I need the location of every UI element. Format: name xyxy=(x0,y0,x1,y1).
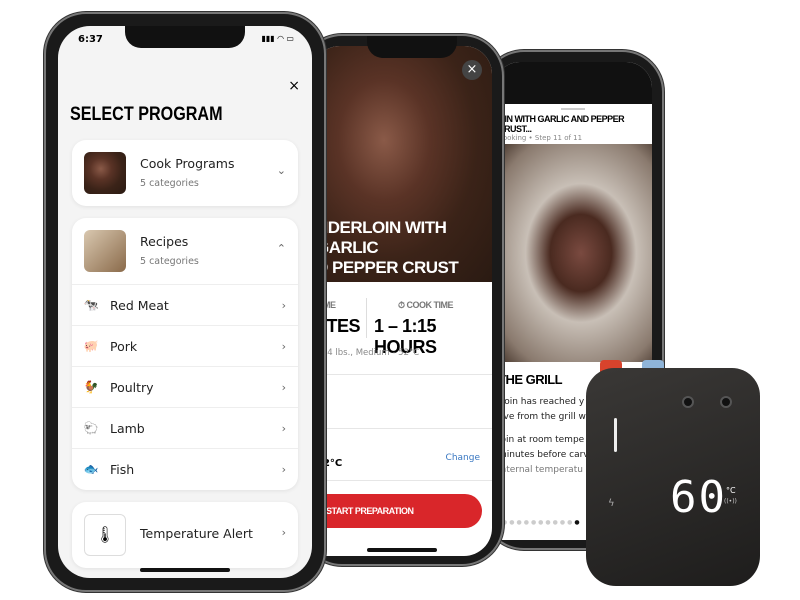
start-preparation-button[interactable]: START PREPARATION xyxy=(312,494,482,528)
bluetooth-icon: ϟ xyxy=(608,498,615,509)
recipe-details: ½-4 lbs., Medium - 52°C xyxy=(316,348,420,358)
card-title: Temperature Alert xyxy=(140,526,253,541)
phone-recipe-detail: × NDERLOIN WITH GARLIC D PEPPER CRUST TI… xyxy=(300,34,504,566)
category-label: Poultry xyxy=(110,379,154,395)
thermometer-icon: 🌡 xyxy=(84,514,126,556)
temperature-alert-card[interactable]: 🌡 Temperature Alert › xyxy=(72,502,298,568)
recipes-header[interactable]: Recipes 5 categories ⌃ xyxy=(72,218,298,284)
timer-icon: ⏱ xyxy=(398,300,407,310)
chevron-up-icon: ⌃ xyxy=(276,242,286,255)
close-button[interactable]: × xyxy=(462,60,482,80)
chicken-icon: 🐓 xyxy=(83,380,99,394)
status-icons: ▮▮▮ ◠ ▭ xyxy=(261,34,295,43)
temperature-display: 60 xyxy=(670,472,727,523)
status-bar: 6:37 ▮▮▮ ◠ ▭ xyxy=(78,34,294,45)
chevron-right-icon: › xyxy=(281,381,286,394)
home-indicator xyxy=(140,568,230,572)
cook-time-label: COOK TIME xyxy=(406,300,454,310)
page-title: SELECT PROGRAM xyxy=(70,104,223,125)
fish-icon: 🐟 xyxy=(83,462,99,476)
lamb-icon: 🐑 xyxy=(83,421,99,435)
category-label: Fish xyxy=(110,461,135,477)
chevron-right-icon: › xyxy=(281,299,286,312)
close-button[interactable]: × xyxy=(288,78,300,94)
cook-programs-thumbnail xyxy=(84,152,126,194)
smart-thermometer-device: ϟ 60 °C ((•)) xyxy=(586,368,760,586)
recipe-title: D PEPPER CRUST xyxy=(316,258,459,277)
chevron-right-icon: › xyxy=(281,526,286,539)
chevron-right-icon: › xyxy=(281,422,286,435)
category-label: Pork xyxy=(110,338,138,354)
recipes-thumbnail xyxy=(84,230,126,272)
recipe-screen: × NDERLOIN WITH GARLIC D PEPPER CRUST TI… xyxy=(312,46,492,556)
step-indicator: Cooking • Step 11 of 11 xyxy=(498,134,583,142)
recipe-photo xyxy=(494,144,652,362)
card-title: Cook Programs xyxy=(140,156,235,171)
status-time: 6:37 xyxy=(78,34,103,45)
category-label: Red Meat xyxy=(110,297,169,313)
recipe-header-title: OIN WITH GARLIC AND PEPPER CRUST... xyxy=(498,114,625,134)
cook-programs-card[interactable]: Cook Programs 5 categories ⌄ xyxy=(72,140,298,206)
recipes-card: Recipes 5 categories ⌃ 🐄 Red Meat › 🐖 Pork ›… xyxy=(72,218,298,490)
unit-label: °C xyxy=(726,486,736,495)
card-subtitle: 5 categories xyxy=(140,256,199,267)
recipe-category-poultry[interactable]: 🐓 Poultry › xyxy=(72,366,298,407)
change-link[interactable]: Change xyxy=(446,453,480,463)
recipe-category-red-meat[interactable]: 🐄 Red Meat › xyxy=(72,284,298,325)
indicator-light xyxy=(614,418,617,452)
recipe-category-fish[interactable]: 🐟 Fish › xyxy=(72,448,298,489)
page-dots[interactable]: ●●●●●●●●●●● xyxy=(502,519,582,526)
cow-icon: 🐄 xyxy=(83,298,99,312)
phone-select-program: 6:37 ▮▮▮ ◠ ▭ × SELECT PROGRAM Cook Progr… xyxy=(44,12,326,592)
chevron-down-icon: ⌄ xyxy=(276,164,286,177)
recipe-category-lamb[interactable]: 🐑 Lamb › xyxy=(72,407,298,448)
pig-icon: 🐖 xyxy=(83,339,99,353)
card-title: Recipes xyxy=(140,234,189,249)
chevron-right-icon: › xyxy=(281,463,286,476)
category-label: Lamb xyxy=(110,420,145,436)
select-program-screen: 6:37 ▮▮▮ ◠ ▭ × SELECT PROGRAM Cook Progr… xyxy=(58,26,312,578)
recipe-category-pork[interactable]: 🐖 Pork › xyxy=(72,325,298,366)
wireless-icon: ((•)) xyxy=(724,498,737,505)
recipe-title: NDERLOIN WITH GARLIC xyxy=(316,218,447,257)
card-subtitle: 5 categories xyxy=(140,178,199,189)
chevron-right-icon: › xyxy=(281,340,286,353)
